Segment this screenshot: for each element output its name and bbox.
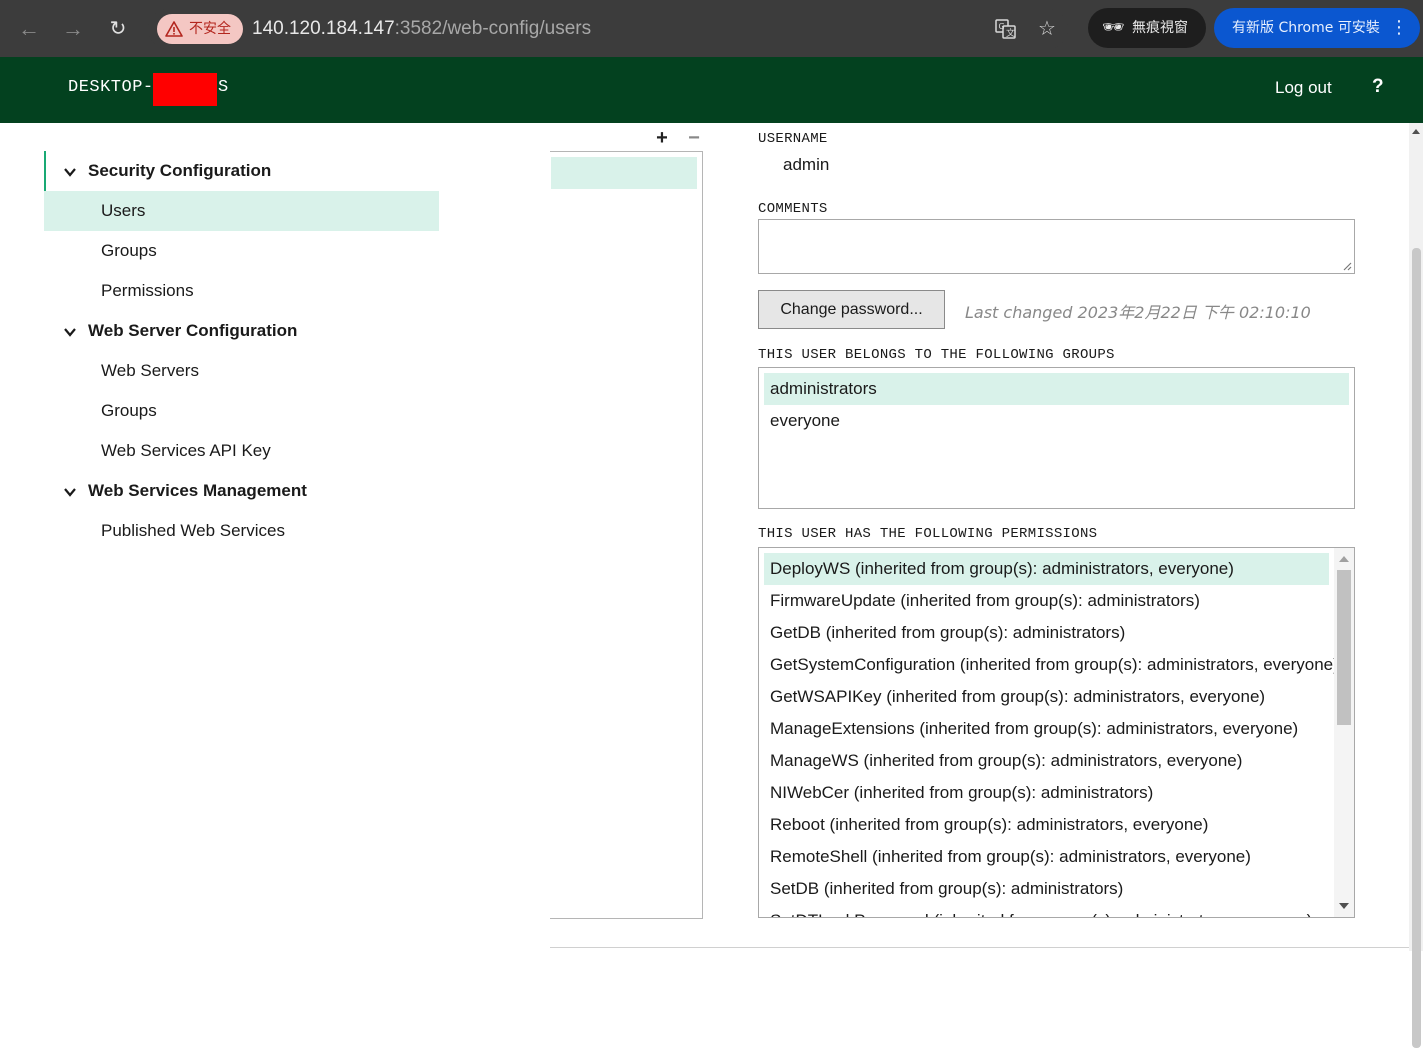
tree-section-security[interactable]: Security Configuration xyxy=(44,151,439,191)
list-item[interactable]: FirmwareUpdate (inherited from group(s):… xyxy=(764,585,1329,617)
forward-arrow-icon[interactable]: → xyxy=(58,14,88,44)
logout-link[interactable]: Log out xyxy=(1275,78,1332,98)
permissions-scrollbar[interactable] xyxy=(1334,548,1354,917)
tree-section-label: Web Server Configuration xyxy=(88,321,298,340)
page-scrollbar[interactable] xyxy=(1409,123,1423,1048)
bookmark-star-icon[interactable]: ☆ xyxy=(1032,14,1062,44)
groups-list: administrators everyone xyxy=(758,367,1355,509)
list-item[interactable]: everyone xyxy=(764,405,1349,437)
permissions-label: THIS USER HAS THE FOLLOWING PERMISSIONS xyxy=(758,526,1098,542)
url-host: 140.120.184.147 xyxy=(252,18,395,39)
chrome-update-button[interactable]: 有新版 Chrome 可安裝 ⋮ xyxy=(1214,8,1420,48)
tree-section-label: Security Configuration xyxy=(88,161,272,180)
reload-icon[interactable]: ↻ xyxy=(103,14,133,44)
list-item[interactable]: administrators xyxy=(764,373,1349,405)
translate-icon[interactable]: 文G xyxy=(991,14,1021,44)
svg-text:文: 文 xyxy=(1006,27,1015,39)
url-text[interactable]: 140.120.184.147:3582/web-config/users xyxy=(252,14,591,44)
groups-label: THIS USER BELONGS TO THE FOLLOWING GROUP… xyxy=(758,347,1115,363)
password-last-changed: Last changed 2023年2月22日 下午 02:10:10 xyxy=(965,303,1311,322)
tree-section-ws-management[interactable]: Web Services Management xyxy=(44,471,439,511)
list-item[interactable]: ManageExtensions (inherited from group(s… xyxy=(764,713,1329,745)
list-item[interactable]: SetDTLockPassword (inherited from group(… xyxy=(764,905,1329,917)
incognito-icon: 🕶 xyxy=(1102,17,1125,38)
tree-item-server-groups[interactable]: Groups xyxy=(44,391,439,431)
permissions-list: DeployWS (inherited from group(s): admin… xyxy=(758,547,1355,918)
resize-grip-icon[interactable] xyxy=(1342,261,1352,271)
username-label: USERNAME xyxy=(758,131,828,147)
username-value: admin xyxy=(783,155,830,174)
url-path: :3582/web-config/users xyxy=(394,18,592,39)
chevron-down-icon[interactable] xyxy=(64,311,78,351)
list-item[interactable]: NIWebCer (inherited from group(s): admin… xyxy=(764,777,1329,809)
comments-textarea[interactable] xyxy=(758,219,1355,274)
scroll-thumb[interactable] xyxy=(1337,570,1351,725)
page-scroll-up-icon[interactable] xyxy=(1412,129,1420,134)
list-item[interactable]: DeployWS (inherited from group(s): admin… xyxy=(764,553,1329,585)
chevron-down-icon[interactable] xyxy=(64,151,78,191)
device-hostname-suffix: S xyxy=(218,78,229,97)
scroll-up-icon[interactable] xyxy=(1339,556,1349,562)
list-item[interactable]: ManageWS (inherited from group(s): admin… xyxy=(764,745,1329,777)
list-item[interactable]: GetDB (inherited from group(s): administ… xyxy=(764,617,1329,649)
tree-item-permissions[interactable]: Permissions xyxy=(44,271,439,311)
comments-label: COMMENTS xyxy=(758,201,828,217)
footer-divider xyxy=(550,947,1423,948)
list-item[interactable]: RemoteShell (inherited from group(s): ad… xyxy=(764,841,1329,873)
back-arrow-icon[interactable]: ← xyxy=(14,14,44,44)
update-label: 有新版 Chrome 可安裝 xyxy=(1232,20,1380,36)
not-secure-badge[interactable]: 不安全 xyxy=(157,14,243,44)
tree-item-users[interactable]: Users xyxy=(44,191,439,231)
page-scroll-thumb[interactable] xyxy=(1412,248,1421,1048)
list-item[interactable]: GetSystemConfiguration (inherited from g… xyxy=(764,649,1339,681)
change-password-button[interactable]: Change password... xyxy=(758,290,945,329)
add-user-button[interactable]: + xyxy=(652,127,672,150)
incognito-badge[interactable]: 🕶 無痕視窗 xyxy=(1088,8,1206,48)
user-list xyxy=(550,151,703,919)
more-menu-icon[interactable]: ⋮ xyxy=(1390,8,1408,48)
tree-item-api-key[interactable]: Web Services API Key xyxy=(44,431,439,471)
list-toolbar: + − xyxy=(652,127,704,150)
help-button[interactable]: ? xyxy=(1372,76,1384,98)
tree-item-web-servers[interactable]: Web Servers xyxy=(44,351,439,391)
remove-user-button[interactable]: − xyxy=(684,127,704,150)
redacted-hostname-block xyxy=(153,73,217,106)
svg-text:G: G xyxy=(999,22,1005,31)
device-hostname: DESKTOP- xyxy=(68,78,154,97)
list-item[interactable]: SetDB (inherited from group(s): administ… xyxy=(764,873,1329,905)
config-tree: Security Configuration Users Groups Perm… xyxy=(44,151,439,551)
tree-section-web-server[interactable]: Web Server Configuration xyxy=(44,311,439,351)
not-secure-label: 不安全 xyxy=(189,21,231,37)
tree-item-published-services[interactable]: Published Web Services xyxy=(44,511,439,551)
tree-section-label: Web Services Management xyxy=(88,481,307,500)
list-item[interactable]: GetWSAPIKey (inherited from group(s): ad… xyxy=(764,681,1329,713)
scroll-down-icon[interactable] xyxy=(1339,903,1349,909)
chevron-down-icon[interactable] xyxy=(64,471,78,511)
incognito-label: 無痕視窗 xyxy=(1132,20,1188,36)
user-list-selected-row[interactable] xyxy=(551,157,697,189)
warning-icon xyxy=(165,21,183,37)
tree-item-groups[interactable]: Groups xyxy=(44,231,439,271)
list-item[interactable]: Reboot (inherited from group(s): adminis… xyxy=(764,809,1329,841)
